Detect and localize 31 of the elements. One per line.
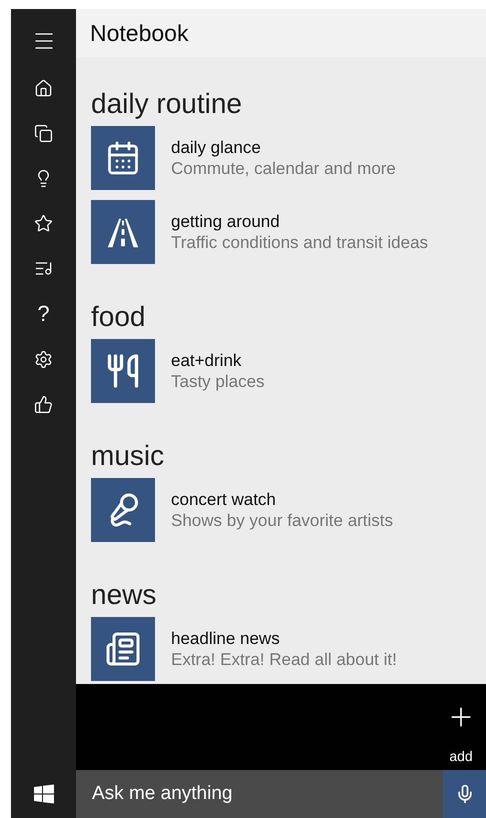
- star-icon[interactable]: [34, 214, 53, 233]
- home-icon[interactable]: [34, 79, 53, 98]
- section-heading: news: [91, 578, 158, 612]
- windows-logo-icon[interactable]: [34, 784, 54, 804]
- section-heading: daily routine: [91, 87, 243, 121]
- item-title: concert watch: [171, 489, 277, 510]
- item-subtitle: Tasty places: [171, 371, 265, 392]
- item-title: daily glance: [171, 137, 262, 158]
- calendar-icon: [105, 140, 141, 176]
- search-field[interactable]: Ask me anything: [76, 770, 443, 818]
- item-subtitle: Shows by your favorite artists: [171, 510, 394, 531]
- item-title: headline news: [171, 628, 281, 649]
- section-heading: food: [91, 300, 146, 334]
- notebook-item[interactable]: concert watch Shows by your favorite artists: [91, 478, 486, 542]
- microphone-button[interactable]: [443, 770, 486, 818]
- item-subtitle: Traffic conditions and transit ideas: [171, 232, 428, 253]
- page-title: Notebook: [90, 18, 188, 48]
- notebook-item[interactable]: headline news Extra! Extra! Read all about it!: [91, 617, 486, 681]
- add-button[interactable]: add: [446, 684, 476, 770]
- notebook-item[interactable]: eat+drink Tasty places: [91, 339, 486, 403]
- notebook-item[interactable]: daily glance Commute, calendar and more: [91, 126, 486, 190]
- item-title: eat+drink: [171, 350, 242, 371]
- section-heading: music: [91, 439, 166, 473]
- item-title: getting around: [171, 211, 281, 232]
- notebook-item[interactable]: getting around Traffic conditions and transit ideas: [91, 200, 486, 264]
- help-glyph[interactable]: ?: [37, 304, 50, 324]
- item-subtitle: Extra! Extra! Read all about it!: [171, 649, 397, 670]
- fork-knife-icon: [105, 353, 141, 389]
- settings-icon[interactable]: [34, 350, 53, 369]
- newspaper-icon: [105, 631, 141, 667]
- item-subtitle: Commute, calendar and more: [171, 158, 396, 179]
